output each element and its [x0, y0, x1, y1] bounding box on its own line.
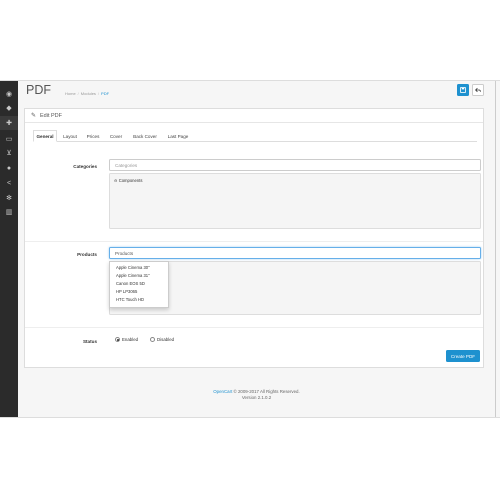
status-disabled-option[interactable]: Disabled	[150, 337, 174, 342]
dropdown-item[interactable]: HTC Touch HD	[116, 297, 144, 302]
categories-label: Categories	[73, 164, 97, 169]
sidebar-system-icon[interactable]: ✻	[0, 191, 18, 205]
reply-icon	[475, 87, 481, 93]
sidebar-sales-icon[interactable]: ⊻	[0, 146, 18, 160]
sidebar-marketing-icon[interactable]: <	[0, 176, 18, 190]
panel-heading: ✎ Edit PDF	[25, 109, 483, 123]
status-label: Status	[82, 339, 97, 344]
tab-last-page[interactable]: Last Page	[164, 130, 192, 142]
disabled-radio[interactable]	[150, 337, 155, 342]
category-item-label: Components	[118, 178, 143, 183]
categories-input[interactable]: Categories	[109, 159, 481, 171]
panel-title: Edit PDF	[40, 113, 63, 119]
tab-layout[interactable]: Layout	[59, 130, 81, 142]
status-enabled-option[interactable]: Enabled	[115, 337, 138, 342]
disabled-label: Disabled	[157, 337, 175, 342]
sidebar-dashboard-icon[interactable]: ◉	[0, 87, 18, 101]
edit-panel: ✎ Edit PDF General Layout Prices Cover B…	[24, 108, 484, 368]
sidebar-catalog-icon[interactable]: ◆	[0, 101, 18, 115]
products-input[interactable]: Products	[109, 247, 481, 259]
page-header: PDF Home / Modules / PDF	[18, 81, 495, 101]
create-pdf-button[interactable]: Create PDF	[446, 350, 480, 362]
products-label: Products	[77, 252, 97, 257]
enabled-radio[interactable]	[115, 337, 120, 342]
divider	[25, 327, 483, 328]
breadcrumb-home[interactable]: Home	[65, 91, 76, 96]
save-button[interactable]	[457, 84, 469, 96]
breadcrumb-pdf[interactable]: PDF	[101, 91, 109, 96]
tab-general[interactable]: General	[33, 130, 57, 142]
dropdown-item[interactable]: HP LP3065	[116, 289, 137, 294]
footer: OpenCart © 2009-2017 All Rights Reserved…	[18, 389, 495, 401]
category-item: ⊖ Components	[114, 178, 142, 183]
page-title: PDF	[26, 83, 51, 97]
remove-circle-icon[interactable]: ⊖	[114, 178, 118, 183]
save-icon	[460, 87, 466, 93]
footer-opencart-link[interactable]: OpenCart	[213, 389, 232, 394]
tab-bar: General Layout Prices Cover Back Cover L…	[33, 130, 477, 142]
dropdown-item[interactable]: Apple Cinema 30"	[116, 265, 150, 270]
tab-prices[interactable]: Prices	[83, 130, 103, 142]
pencil-icon: ✎	[31, 113, 37, 119]
dropdown-item[interactable]: Apple Cinema 31"	[116, 273, 150, 278]
breadcrumb: Home / Modules / PDF	[65, 91, 110, 96]
breadcrumb-modules[interactable]: Modules	[81, 91, 96, 96]
tab-cover[interactable]: Cover	[106, 130, 126, 142]
tab-back-cover[interactable]: Back Cover	[129, 130, 161, 142]
sidebar-extensions-icon[interactable]: ✚	[0, 116, 18, 130]
footer-version: Version 2.1.0.2	[241, 395, 272, 400]
back-button[interactable]	[472, 84, 484, 96]
divider	[25, 241, 483, 242]
sidebar: ◉ ◆ ✚ ▭ ⊻ ● < ✻ ▥	[0, 81, 18, 417]
dropdown-item[interactable]: Canon EOS 5D	[116, 281, 145, 286]
products-autocomplete-dropdown: Apple Cinema 30" Apple Cinema 31" Canon …	[109, 261, 169, 308]
sidebar-design-icon[interactable]: ▭	[0, 132, 18, 146]
sidebar-customers-icon[interactable]: ●	[0, 161, 18, 175]
sidebar-reports-icon[interactable]: ▥	[0, 205, 18, 219]
main-content: PDF Home / Modules / PDF ✎ Edit PDF General …	[18, 81, 496, 417]
app-frame: ◉ ◆ ✚ ▭ ⊻ ● < ✻ ▥ PDF Home / Modules / PDF ✎…	[0, 80, 500, 418]
footer-copyright: © 2009-2017 All Rights Reserved.	[232, 389, 300, 394]
categories-well: ⊖ Components	[109, 173, 481, 229]
enabled-label: Enabled	[122, 337, 139, 342]
